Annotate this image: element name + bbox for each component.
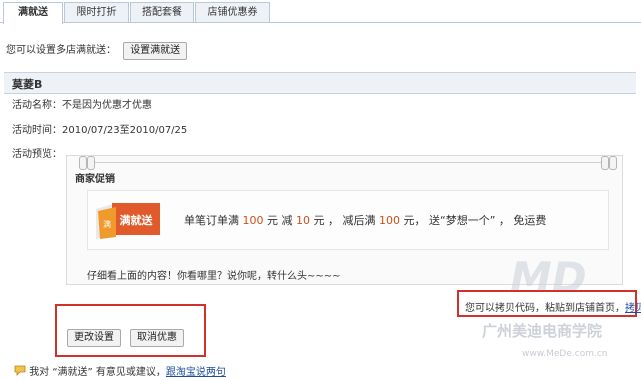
badge-tag: 满 [103,219,111,229]
preview-slider-handle-right-2[interactable] [609,156,617,170]
promo-caption: 仔细看上面的内容！你看哪里？说你呢，转什么头~~~~ [87,271,341,282]
tab-man-jiu-song[interactable]: 满就送 [3,2,63,24]
shop-name: 莫菱B [12,78,43,91]
copy-code-link[interactable]: 拷贝代码 [625,303,641,314]
action-buttons-box: 更改设置 取消优惠 [55,304,206,357]
activity-time-label: 活动时间： [12,125,62,136]
man-jiu-song-badge-icon: 满 满就送 [96,203,160,239]
watermark-line-1: 广州美迪电商学院 [482,322,602,340]
copy-code-text: 您可以拷贝代码，粘贴到店铺首页， [465,303,625,314]
cancel-promo-button[interactable]: 取消优惠 [130,329,184,347]
feedback-text: 我对 “满就送” 有意见或建议， [29,367,166,378]
change-settings-button[interactable]: 更改设置 [67,329,121,347]
activity-preview-row: 活动预览： [12,148,62,162]
promo-threshold-2: 100 [379,214,400,227]
tab-dian-pu-you-hui-quan[interactable]: 店铺优惠券 [195,2,270,22]
promo-line-part-1: 单笔订单满 [184,214,243,227]
activity-name-label: 活动名称： [12,100,62,111]
activity-name-value: 不是因为优惠才优惠 [62,100,152,111]
feedback-link[interactable]: 跟淘宝说两句 [166,367,226,378]
promo-line: 单笔订单满 100 元 减 10 元 ， 减后满 100 元， 送“梦想一个” … [184,212,546,228]
tab-da-pei-tao-can[interactable]: 搭配套餐 [130,2,194,22]
promo-discount: 10 [296,214,310,227]
watermark-line-2: www.MeDe.com.cn [522,349,607,359]
multi-shop-hint: 您可以设置多店满就送： 设置满就送 [6,42,188,60]
preview-slider-handle-left-2[interactable] [87,156,95,170]
copy-code-box: 您可以拷贝代码，粘贴到店铺首页，拷贝代码 [457,290,641,317]
promo-line-part-4: 元， 送“梦想一个” ， 免运费 [400,214,547,227]
feedback-icon [14,365,26,376]
preview-slider-handle-right[interactable] [601,156,609,170]
copy-code-hint: 您可以拷贝代码，粘贴到店铺首页，拷贝代码 [465,299,641,314]
tab-xian-shi-da-zhe[interactable]: 限时打折 [64,2,129,22]
feedback-footer: 我对 “满就送” 有意见或建议，跟淘宝说两句 [14,365,226,380]
activity-time-row: 活动时间：2010/07/23至2010/07/25 [12,124,187,138]
promo-line-part-3: 元 ， 减后满 [310,214,379,227]
activity-preview-label: 活动预览： [12,149,62,160]
badge-text: 满就送 [120,213,154,227]
tab-bar: 满就送 限时打折 搭配套餐 店铺优惠券 [0,0,641,24]
activity-time-value: 2010/07/23至2010/07/25 [62,125,188,136]
promo-line-part-2: 元 减 [263,214,296,227]
activity-name-row: 活动名称：不是因为优惠才优惠 [12,99,152,113]
promo-threshold: 100 [242,214,264,227]
promo-box: 满 满就送 单笔订单满 100 元 减 10 元 ， 减后满 100 元， 送“… [87,190,609,250]
shop-header: 莫菱B [4,72,636,94]
preview-slider-track [79,162,610,163]
set-man-jiu-song-button[interactable]: 设置满就送 [123,42,188,60]
preview-slider-handle-left[interactable] [79,156,87,170]
promo-title: 商家促销 [75,174,115,185]
hint-text: 您可以设置多店满就送： [6,45,116,56]
